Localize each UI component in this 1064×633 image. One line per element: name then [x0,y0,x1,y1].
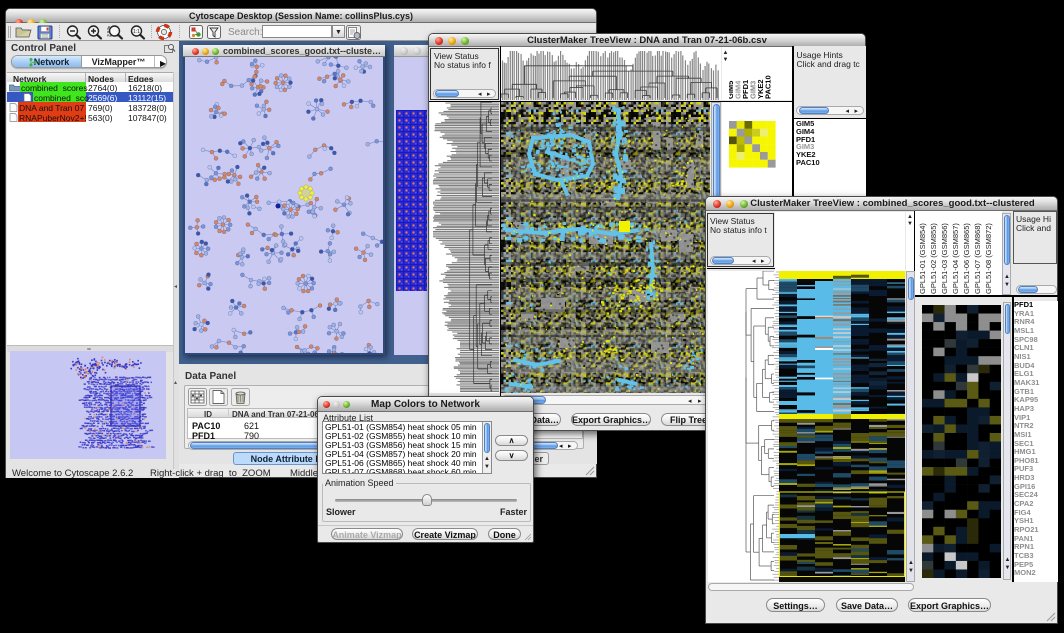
svg-text:GPL51-03 (GSM856): GPL51-03 (GSM856) [940,223,949,294]
svg-text:1:1: 1:1 [133,29,140,35]
svg-text:GPL51-02 (GSM855): GPL51-02 (GSM855) [929,223,938,294]
svg-text:GPL51-06 (GSM865): GPL51-06 (GSM865) [962,223,971,294]
svg-text:GPL51-08 (GSM872): GPL51-08 (GSM872) [984,223,993,294]
svg-text:GPL51-07 (GSM868): GPL51-07 (GSM868) [973,223,982,294]
svg-text:GPL51-01 (GSM854): GPL51-01 (GSM854) [918,223,927,294]
svg-text:GPL51-04 (GSM857): GPL51-04 (GSM857) [951,223,960,294]
svg-text:PAC10: PAC10 [764,75,773,99]
